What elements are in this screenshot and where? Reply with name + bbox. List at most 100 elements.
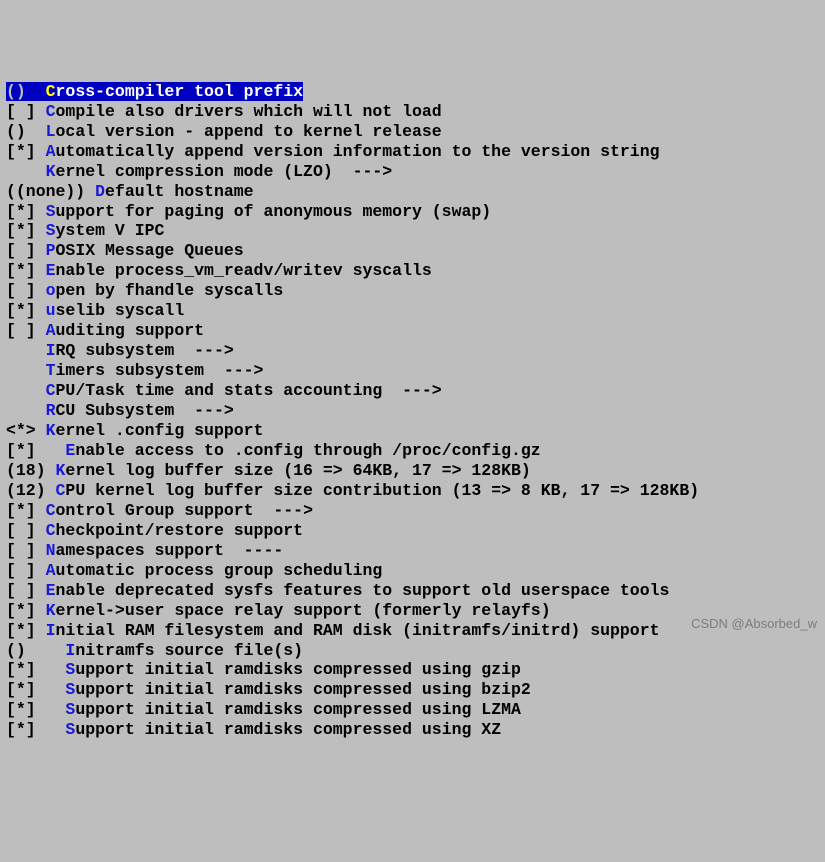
menu-item[interactable]: [*] Automatically append version informa… [6,142,819,162]
option-label: upport initial ramdisks compressed using… [75,680,530,699]
option-label: ompile also drivers which will not load [56,102,442,121]
option-hotkey: E [46,261,56,280]
option-label: uditing support [56,321,205,340]
option-hotkey: A [46,142,56,161]
menu-item[interactable]: [ ] Automatic process group scheduling [6,561,819,581]
option-label: PU kernel log buffer size contribution (… [65,481,699,500]
option-label: CU Subsystem [56,401,195,420]
option-label: PU/Task time and stats accounting [56,381,403,400]
menu-item[interactable]: () Cross-compiler tool prefix [6,82,819,102]
menu-item[interactable]: [*] Support initial ramdisks compressed … [6,700,819,720]
menu-item[interactable]: [*] Enable process_vm_readv/writev sysca… [6,261,819,281]
option-label: ontrol Group support [56,501,274,520]
menu-item[interactable]: [ ] Auditing support [6,321,819,341]
option-label: upport initial ramdisks compressed using… [75,720,501,739]
option-label: ernel .config support [56,421,264,440]
menu-item[interactable]: IRQ subsystem ---> [6,341,819,361]
menu-item[interactable]: [ ] POSIX Message Queues [6,241,819,261]
option-label: nitial RAM filesystem and RAM disk (init… [56,621,660,640]
menu-item[interactable]: [*] Control Group support ---> [6,501,819,521]
option-label: upport initial ramdisks compressed using… [75,660,521,679]
option-bracket: [ ] [6,102,46,121]
menu-item[interactable]: (12) CPU kernel log buffer size contribu… [6,481,819,501]
menu-item[interactable]: () Local version - append to kernel rele… [6,122,819,142]
menu-item[interactable]: <*> Kernel .config support [6,421,819,441]
submenu-arrow-icon: ---> [353,162,393,181]
option-hotkey: L [46,122,56,141]
option-hotkey: I [46,621,56,640]
submenu-arrow-icon: ---- [244,541,284,560]
option-hotkey: C [46,102,56,121]
option-bracket: [*] [6,621,46,640]
menu-item[interactable]: [*] Support initial ramdisks compressed … [6,680,819,700]
menu-item[interactable]: [*] System V IPC [6,221,819,241]
option-hotkey: o [46,281,56,300]
menu-item[interactable]: [*] Enable access to .config through /pr… [6,441,819,461]
option-label: nable access to .config through /proc/co… [75,441,540,460]
option-hotkey: R [46,401,56,420]
option-bracket: [ ] [6,321,46,340]
option-bracket: [ ] [6,241,46,260]
option-hotkey: S [65,660,75,679]
submenu-arrow-icon: ---> [194,341,234,360]
option-hotkey: S [65,720,75,739]
option-label: upport for paging of anonymous memory (s… [56,202,492,221]
submenu-arrow-icon: ---> [273,501,313,520]
option-label: pen by fhandle syscalls [56,281,284,300]
menu-item[interactable]: [ ] Namespaces support ---- [6,541,819,561]
option-label: ocal version - append to kernel release [56,122,442,141]
option-hotkey: S [46,202,56,221]
menu-item[interactable]: ((none)) Default hostname [6,182,819,202]
menu-item[interactable]: CPU/Task time and stats accounting ---> [6,381,819,401]
menu-item[interactable]: Kernel compression mode (LZO) ---> [6,162,819,182]
option-bracket: [*] [6,660,65,679]
option-bracket [6,341,46,360]
option-bracket: [*] [6,301,46,320]
option-label: upport initial ramdisks compressed using… [75,700,521,719]
option-hotkey: S [65,700,75,719]
option-label: ystem V IPC [56,221,165,240]
option-hotkey: A [46,561,56,580]
option-label: efault hostname [105,182,254,201]
menu-item[interactable]: () Initramfs source file(s) [6,641,819,661]
option-label: imers subsystem [56,361,224,380]
option-hotkey: C [56,481,66,500]
option-hotkey: C [46,521,56,540]
option-label: nable process_vm_readv/writev syscalls [56,261,432,280]
option-label: amespaces support [56,541,244,560]
option-bracket: [*] [6,441,65,460]
option-label: nable deprecated sysfs features to suppo… [56,581,670,600]
kernel-config-menu[interactable]: () Cross-compiler tool prefix[ ] Compile… [6,82,819,740]
option-bracket: [*] [6,221,46,240]
option-bracket: [*] [6,700,65,719]
menu-item[interactable]: RCU Subsystem ---> [6,401,819,421]
option-label: utomatically append version information … [56,142,660,161]
option-hotkey: K [56,461,66,480]
option-bracket: () [6,641,65,660]
option-bracket: [ ] [6,281,46,300]
option-label: heckpoint/restore support [56,521,304,540]
menu-item[interactable]: [*] Support initial ramdisks compressed … [6,660,819,680]
option-bracket [6,381,46,400]
option-label: ernel->user space relay support (formerl… [56,601,551,620]
option-label: ross-compiler tool prefix [56,82,304,101]
option-hotkey: K [46,162,56,181]
menu-item[interactable]: [ ] Compile also drivers which will not … [6,102,819,122]
option-bracket: [ ] [6,581,46,600]
menu-item[interactable]: [ ] Enable deprecated sysfs features to … [6,581,819,601]
submenu-arrow-icon: ---> [224,361,264,380]
menu-item[interactable]: Timers subsystem ---> [6,361,819,381]
option-hotkey: S [65,680,75,699]
menu-item[interactable]: [*] Support for paging of anonymous memo… [6,202,819,222]
menu-item[interactable]: [*] uselib syscall [6,301,819,321]
option-bracket: [*] [6,680,65,699]
menu-item[interactable]: [*] Support initial ramdisks compressed … [6,720,819,740]
option-hotkey: E [65,441,75,460]
menu-item[interactable]: (18) Kernel log buffer size (16 => 64KB,… [6,461,819,481]
option-bracket: [ ] [6,521,46,540]
option-bracket: ((none)) [6,182,95,201]
menu-item[interactable]: [ ] open by fhandle syscalls [6,281,819,301]
menu-item[interactable]: [ ] Checkpoint/restore support [6,521,819,541]
submenu-arrow-icon: ---> [194,401,234,420]
option-hotkey: C [46,82,56,101]
